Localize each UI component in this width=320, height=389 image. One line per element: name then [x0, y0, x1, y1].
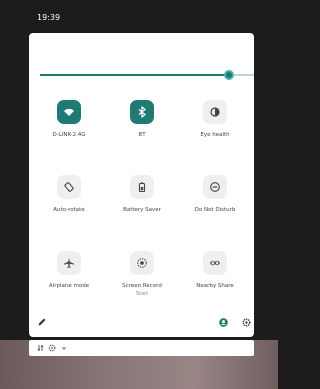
tile-label: Airplane mode — [48, 283, 90, 289]
tile-label: D-LINK-2.4G — [52, 132, 86, 138]
brightness-track-filled — [40, 74, 229, 76]
tile-do-not-disturb[interactable]: Do Not Disturb — [180, 175, 250, 235]
quick-settings-panel: D-LINK-2.4G BT Eye health Auto-rotate Ba… — [29, 33, 254, 337]
tile-label: Auto-rotate — [53, 207, 85, 213]
tile-label: Battery Saver — [123, 207, 161, 213]
brightness-slider[interactable] — [40, 70, 254, 80]
nearby-share-icon — [203, 251, 227, 275]
tile-sublabel: Start — [135, 291, 149, 297]
airplane-icon — [57, 251, 81, 275]
user-icon[interactable] — [219, 318, 228, 327]
pencil-icon[interactable] — [37, 317, 47, 327]
gear-icon — [48, 344, 56, 352]
brightness-track-empty — [234, 74, 254, 76]
tile-label: BT — [138, 132, 146, 138]
tile-nearby-share[interactable]: Nearby Share — [180, 251, 250, 311]
transfer-icon — [37, 344, 44, 352]
do-not-disturb-icon — [203, 175, 227, 199]
tile-auto-rotate[interactable]: Auto-rotate — [34, 175, 104, 235]
tile-eye-health[interactable]: Eye health — [180, 100, 250, 160]
tile-label: Do Not Disturb — [194, 207, 236, 213]
wifi-icon — [57, 100, 81, 124]
chevron-icon — [62, 347, 66, 350]
tile-screen-record[interactable]: Screen Record Start — [107, 251, 177, 311]
bluetooth-icon — [130, 100, 154, 124]
brightness-thumb[interactable] — [224, 70, 234, 80]
battery-icon — [130, 175, 154, 199]
status-bar: 19:39 — [0, 0, 278, 34]
bottom-notification-bar[interactable] — [29, 340, 254, 356]
tile-battery-saver[interactable]: Battery Saver — [107, 175, 177, 235]
screen-record-icon — [130, 251, 154, 275]
tile-label: Nearby Share — [196, 283, 234, 289]
gear-icon[interactable] — [242, 318, 251, 327]
tile-wifi[interactable]: D-LINK-2.4G — [34, 100, 104, 160]
tile-label: Screen Record — [122, 283, 162, 289]
status-time: 19:39 — [37, 13, 61, 22]
tile-bluetooth[interactable]: BT — [107, 100, 177, 160]
tile-airplane-mode[interactable]: Airplane mode — [34, 251, 104, 311]
rotate-icon — [57, 175, 81, 199]
tile-label: Eye health — [200, 132, 230, 138]
contrast-icon — [203, 100, 227, 124]
